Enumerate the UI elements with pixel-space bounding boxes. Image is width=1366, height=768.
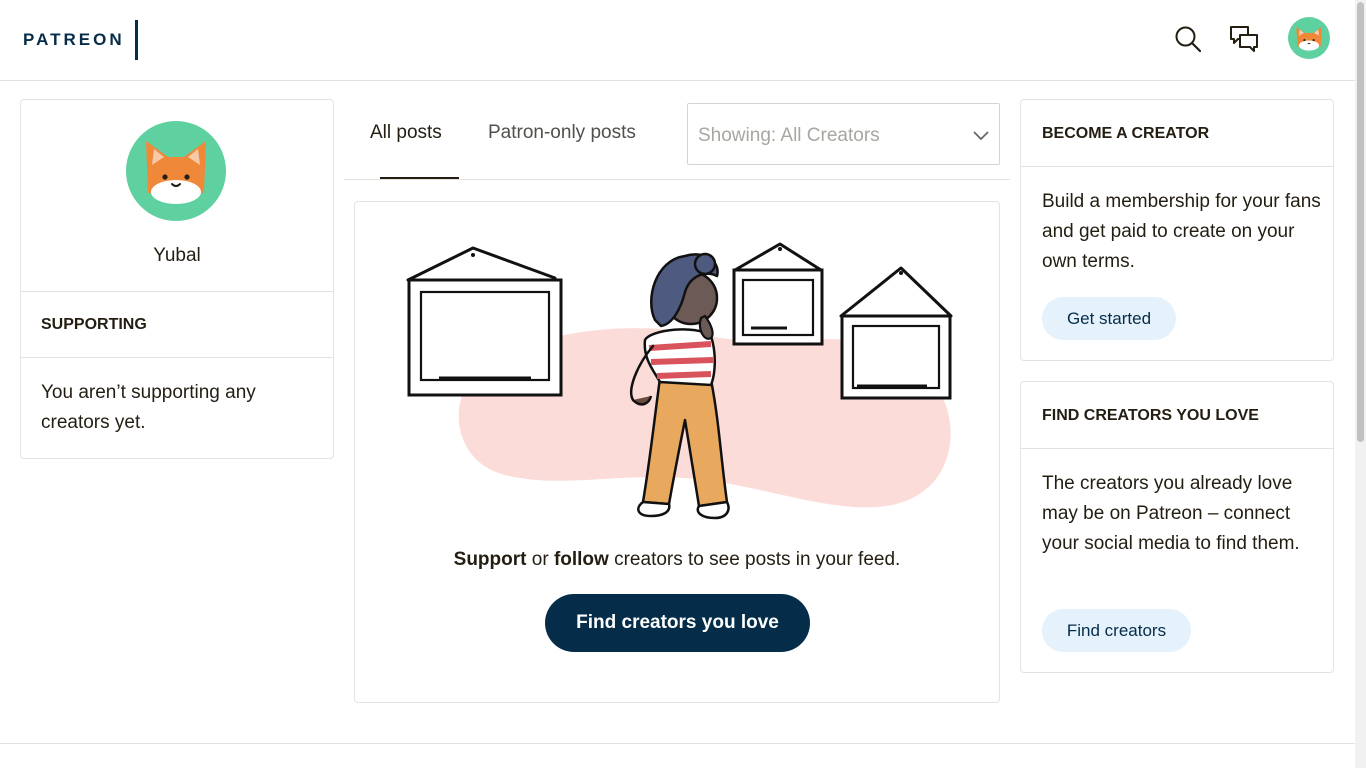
- tab-all-posts[interactable]: All posts: [370, 122, 442, 144]
- or-word: or: [526, 549, 554, 570]
- search-icon[interactable]: [1172, 22, 1204, 56]
- gallery-illustration: [406, 242, 953, 520]
- scrollbar-thumb[interactable]: [1357, 2, 1364, 442]
- become-creator-card: BECOME A CREATOR Build a membership for …: [1020, 99, 1334, 361]
- find-creators-heading: FIND CREATORS YOU LOVE: [1042, 407, 1259, 424]
- logo-bar: [134, 20, 138, 60]
- divider: [1021, 448, 1333, 449]
- chevron-down-icon: [973, 128, 989, 146]
- creator-filter-select[interactable]: Showing: All Creators: [687, 103, 1000, 165]
- creator-filter-value: Showing: All Creators: [698, 125, 880, 146]
- profile-card: Yubal SUPPORTING You aren’t supporting a…: [20, 99, 334, 459]
- tab-patron-only-posts[interactable]: Patron-only posts: [488, 122, 636, 144]
- support-word: Support: [453, 549, 527, 570]
- find-creators-text: The creators you already love may be on …: [1042, 473, 1300, 554]
- user-avatar[interactable]: [1288, 17, 1330, 59]
- fox-icon: [1296, 27, 1322, 51]
- tabs-divider: [344, 179, 1010, 180]
- divider: [1021, 166, 1333, 167]
- become-creator-text: Build a membership for your fans and get…: [1042, 191, 1321, 272]
- divider: [21, 357, 333, 358]
- fox-icon: [146, 141, 206, 204]
- footer-divider: [0, 743, 1355, 744]
- supporting-empty-text: You aren’t supporting any creators yet.: [41, 382, 256, 433]
- feed-empty-state-card: Support or follow creators to see posts …: [354, 201, 1000, 703]
- logo-text: PATREON: [23, 30, 125, 49]
- page-scrollbar[interactable]: [1355, 0, 1366, 768]
- get-started-button[interactable]: Get started: [1042, 297, 1176, 340]
- patreon-logo[interactable]: PATREON: [23, 20, 138, 60]
- message-rest: creators to see posts in your feed.: [608, 549, 901, 570]
- find-creators-you-love-button[interactable]: Find creators you love: [545, 594, 810, 652]
- follow-word: follow: [553, 549, 609, 570]
- become-creator-heading: BECOME A CREATOR: [1042, 125, 1210, 142]
- feed-empty-message: Support or follow creators to see posts …: [355, 549, 999, 571]
- profile-avatar[interactable]: [126, 121, 226, 221]
- supporting-heading: SUPPORTING: [41, 316, 147, 333]
- find-creators-card: FIND CREATORS YOU LOVE The creators you …: [1020, 381, 1334, 673]
- profile-name[interactable]: Yubal: [21, 245, 333, 267]
- find-creators-button[interactable]: Find creators: [1042, 609, 1191, 652]
- divider: [21, 291, 333, 292]
- top-navigation-bar: PATREON: [0, 0, 1355, 81]
- chat-bubbles-icon[interactable]: [1228, 22, 1260, 56]
